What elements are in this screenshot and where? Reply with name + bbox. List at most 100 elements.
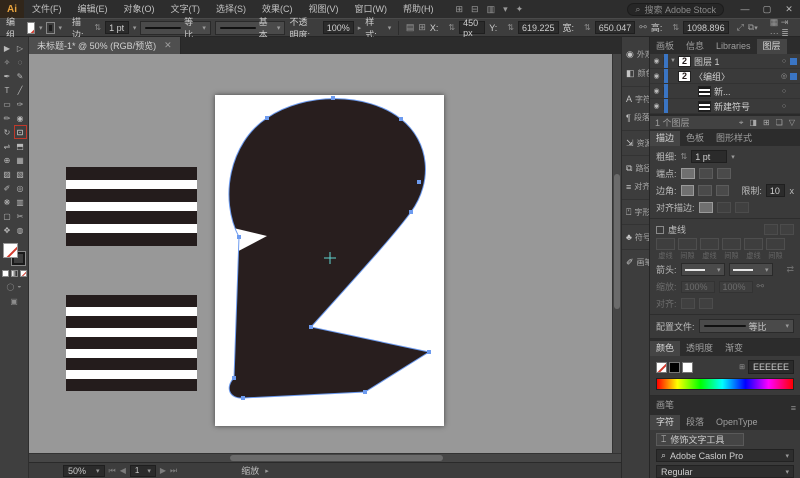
layer-name[interactable]: 〈编组〉 bbox=[694, 70, 778, 83]
share-icon[interactable]: ✦ bbox=[516, 4, 524, 15]
layer-row[interactable]: ◉ ▶ 2 〈编组〉 ◎ bbox=[650, 69, 800, 84]
round-join-button[interactable] bbox=[698, 185, 712, 196]
dashed-line-checkbox[interactable] bbox=[656, 225, 664, 234]
weight-field[interactable]: 1 pt bbox=[691, 150, 728, 163]
gradient-tool[interactable]: ▧ bbox=[14, 167, 27, 181]
visibility-eye-icon[interactable]: ◉ bbox=[650, 87, 664, 95]
arrow-align-end-button[interactable] bbox=[698, 298, 713, 309]
layer-name[interactable]: 新... bbox=[714, 85, 778, 98]
projecting-cap-button[interactable] bbox=[716, 168, 731, 179]
profile-select[interactable]: 等比 ▾ bbox=[698, 319, 794, 333]
weight-stepper[interactable]: ⇅ bbox=[681, 152, 688, 161]
layer-row[interactable]: ◉ 新... ○ bbox=[650, 84, 800, 99]
horizontal-scrollbar[interactable] bbox=[29, 453, 621, 462]
zoom-level-select[interactable]: 50% ▾ bbox=[63, 464, 105, 477]
numeral-2-shape[interactable] bbox=[228, 98, 429, 399]
direct-selection-tool[interactable]: ▷ bbox=[14, 41, 27, 55]
column-graph-tool[interactable]: ▥ bbox=[14, 195, 27, 209]
panel-tab[interactable]: 颜色 bbox=[650, 341, 681, 356]
last-artboard-icon[interactable]: ⏭ bbox=[170, 466, 177, 476]
panel-tab[interactable]: 图层 bbox=[756, 39, 787, 54]
arrange-documents-icon[interactable]: ▥ bbox=[487, 4, 496, 15]
menu-item[interactable]: 选择(S) bbox=[208, 0, 254, 18]
curvature-tool[interactable]: ✎ bbox=[14, 69, 27, 83]
draw-behind-icon[interactable]: ◒ bbox=[17, 283, 21, 291]
style-dropdown-icon[interactable]: ▾ bbox=[388, 24, 392, 32]
chevron-right-icon[interactable]: ▸ bbox=[358, 24, 362, 32]
zoom-tool[interactable]: ◍ bbox=[14, 223, 27, 237]
eyedropper-tool[interactable]: ✐ bbox=[1, 181, 14, 195]
bevel-join-button[interactable] bbox=[715, 185, 730, 196]
height-field[interactable]: 1098.896 bbox=[683, 21, 729, 34]
bridge-icon[interactable]: ⊞ bbox=[456, 4, 464, 15]
visibility-eye-icon[interactable]: ◉ bbox=[650, 72, 664, 80]
artboard-tool[interactable]: ▢ bbox=[1, 209, 14, 223]
minimize-button[interactable]: — bbox=[734, 0, 756, 18]
arrow-scale-start-field[interactable]: 100% bbox=[680, 280, 715, 293]
align-outside-button[interactable] bbox=[734, 202, 749, 213]
pencil-tool[interactable]: ✏ bbox=[1, 111, 14, 125]
font-style-select[interactable]: Regular ▾ bbox=[656, 465, 794, 478]
dock-panel-button[interactable]: ◧ 颜色.. bbox=[622, 64, 649, 83]
stroke-weight-stepper[interactable]: ⇅ bbox=[94, 23, 101, 32]
first-artboard-icon[interactable]: ⏮ bbox=[109, 466, 116, 476]
panel-tab[interactable]: 色板 bbox=[680, 131, 710, 146]
stroke-color-swatch[interactable] bbox=[46, 21, 55, 34]
delete-layer-icon[interactable]: ▽ bbox=[789, 118, 795, 128]
dock-panel-button[interactable]: ✐ 画笔 bbox=[622, 249, 649, 271]
chevron-down-icon[interactable]: ▾ bbox=[731, 153, 735, 161]
locate-object-icon[interactable]: ⌖ bbox=[739, 118, 744, 128]
stock-icon[interactable]: ⊟ bbox=[471, 4, 479, 15]
panel-tab[interactable]: 画笔 bbox=[650, 398, 680, 413]
pen-tool[interactable]: ✒ bbox=[1, 69, 14, 83]
round-cap-button[interactable] bbox=[698, 168, 713, 179]
draw-normal-icon[interactable]: ◯ bbox=[6, 283, 14, 291]
link-scale-icon[interactable]: ⚯ bbox=[757, 281, 765, 292]
link-dimensions-icon[interactable]: ⚯ bbox=[639, 22, 647, 33]
document-tab[interactable]: 未标题-1* @ 50% (RGB/预览) ✕ bbox=[29, 37, 181, 54]
opacity-field[interactable]: 100% bbox=[322, 21, 354, 34]
dash-field[interactable]: 虚线 bbox=[656, 238, 675, 261]
dock-panel-button[interactable]: ⍞ 字形 bbox=[622, 199, 649, 221]
symbol-sprayer-tool[interactable]: ❋ bbox=[1, 195, 14, 209]
preferences-grid-icon[interactable]: ⊞ bbox=[418, 22, 426, 33]
width-field[interactable]: 650.047 bbox=[594, 21, 636, 34]
slice-tool[interactable]: ✂ bbox=[14, 209, 27, 223]
panel-tab[interactable]: 字符 bbox=[650, 415, 681, 430]
swap-arrows-icon[interactable]: ⇄ bbox=[786, 264, 794, 275]
vertical-scrollbar[interactable] bbox=[612, 54, 621, 453]
prev-artboard-icon[interactable]: ◀ bbox=[120, 466, 126, 475]
hand-tool[interactable]: ✥ bbox=[1, 223, 14, 237]
vertical-scroll-thumb[interactable] bbox=[614, 173, 620, 310]
dock-panel-button[interactable]: ◉ 外观 bbox=[622, 45, 649, 64]
target-circle-icon[interactable]: ○ bbox=[778, 103, 790, 110]
rectangle-tool[interactable]: ▭ bbox=[1, 97, 14, 111]
rotate-tool[interactable]: ↻ bbox=[1, 125, 14, 139]
status-indicator[interactable]: 缩放 ▸ bbox=[241, 464, 269, 477]
target-circle-icon[interactable]: ○ bbox=[778, 88, 790, 95]
stroke-weight-field[interactable]: 1 pt bbox=[105, 21, 129, 34]
panel-menu-icon[interactable]: ≡ bbox=[791, 403, 800, 413]
layer-row[interactable]: ◉ ▼ 2 图层 1 ○ bbox=[650, 54, 800, 69]
scale-tool[interactable]: ⊡ bbox=[13, 125, 27, 139]
layer-name[interactable]: 新建符号 bbox=[714, 100, 778, 113]
striped-artwork-bottom[interactable] bbox=[66, 295, 197, 391]
panel-tab[interactable]: 画板 bbox=[650, 39, 680, 54]
color-spectrum-bar[interactable] bbox=[656, 378, 794, 390]
line-segment-tool[interactable]: ╱ bbox=[14, 83, 27, 97]
width-stepper[interactable]: ⇅ bbox=[584, 23, 591, 32]
visibility-eye-icon[interactable]: ◉ bbox=[650, 102, 664, 110]
layer-name[interactable]: 图层 1 bbox=[694, 55, 778, 68]
height-stepper[interactable]: ⇅ bbox=[672, 23, 679, 32]
magic-wand-tool[interactable]: ✧ bbox=[1, 55, 14, 69]
layer-row[interactable]: ◉ 新建符号 ○ bbox=[650, 99, 800, 114]
butt-cap-button[interactable] bbox=[680, 168, 695, 179]
expand-icon[interactable]: ▶ bbox=[668, 73, 683, 80]
perspective-grid-tool[interactable]: ▦ bbox=[14, 153, 27, 167]
mesh-tool[interactable]: ▨ bbox=[1, 167, 14, 181]
panel-tab[interactable]: 段落 bbox=[680, 415, 710, 430]
none-button[interactable] bbox=[19, 270, 27, 277]
x-stepper[interactable]: ⇅ bbox=[448, 23, 455, 32]
arrow-scale-end-field[interactable]: 100% bbox=[718, 280, 753, 293]
arrow-end-select[interactable]: ▾ bbox=[728, 263, 773, 276]
